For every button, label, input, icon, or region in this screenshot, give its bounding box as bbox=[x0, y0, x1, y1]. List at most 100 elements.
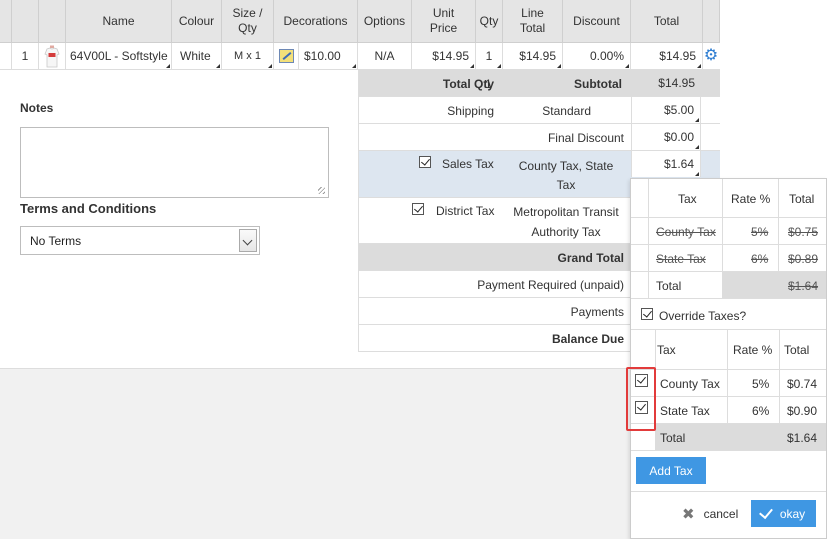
decoration-edit-icon[interactable] bbox=[279, 49, 294, 63]
header-actions bbox=[703, 0, 720, 43]
row-spacer bbox=[0, 43, 12, 70]
shipping-method[interactable]: Standard bbox=[542, 104, 591, 118]
override-county-tax[interactable]: County Tax bbox=[660, 377, 720, 391]
header-colour[interactable]: Colour bbox=[172, 0, 222, 43]
total-qty-row: Total Qty 1 Subtotal $14.95 bbox=[358, 70, 720, 97]
grand-total-label: Grand Total bbox=[557, 251, 624, 265]
total-qty-value: 1 bbox=[485, 77, 492, 91]
final-discount-row: Final Discount $0.00 bbox=[358, 124, 720, 151]
header-index bbox=[12, 0, 39, 43]
computed-header-tax: Tax bbox=[678, 192, 697, 206]
payment-required-label: Payment Required (unpaid) bbox=[477, 278, 624, 292]
options-value: N/A bbox=[358, 43, 412, 70]
computed-header-rate: Rate % bbox=[731, 192, 771, 206]
header-total[interactable]: Total bbox=[631, 0, 703, 43]
row-divider bbox=[631, 450, 826, 451]
check-icon bbox=[758, 504, 773, 519]
computed-header-total: Total bbox=[789, 192, 815, 206]
override-taxes-checkbox[interactable] bbox=[641, 308, 653, 320]
override-state-tax[interactable]: State Tax bbox=[660, 404, 710, 418]
unit-price-field[interactable]: $14.95 bbox=[412, 43, 476, 70]
computed-total-label: Total bbox=[656, 279, 682, 293]
override-county-rate[interactable]: 5% bbox=[752, 377, 769, 391]
computed-county-tax: County Tax bbox=[656, 225, 716, 239]
header-size-qty[interactable]: Size / Qty bbox=[222, 0, 274, 43]
final-discount-field[interactable]: $0.00 bbox=[631, 124, 701, 150]
close-icon: ✖ bbox=[682, 506, 695, 523]
computed-total-value: $1.64 bbox=[788, 279, 819, 293]
computed-state-rate: 6% bbox=[751, 252, 769, 266]
header-discount[interactable]: Discount bbox=[563, 0, 631, 43]
sales-tax-label: Sales Tax bbox=[442, 157, 494, 171]
subtotal-value: $14.95 bbox=[658, 76, 695, 90]
notes-label: Notes bbox=[20, 101, 54, 115]
cancel-label: cancel bbox=[703, 507, 739, 521]
override-state-total[interactable]: $0.90 bbox=[787, 404, 817, 418]
computed-county-rate: 5% bbox=[751, 225, 769, 239]
final-discount-label: Final Discount bbox=[547, 131, 624, 145]
override-county-total[interactable]: $0.74 bbox=[787, 377, 817, 391]
override-state-rate[interactable]: 6% bbox=[752, 404, 769, 418]
row-divider bbox=[631, 271, 826, 272]
sales-tax-value-field[interactable]: $1.64 bbox=[631, 151, 701, 177]
shipping-row: Shipping Standard $5.00 bbox=[358, 97, 720, 124]
chevron-down-icon[interactable] bbox=[239, 229, 257, 252]
qty-field[interactable]: 1 bbox=[476, 43, 503, 70]
header-image bbox=[39, 0, 66, 43]
row-index: 1 bbox=[12, 43, 39, 70]
sales-tax-desc: County Tax, State Tax bbox=[518, 159, 614, 192]
header-qty[interactable]: Qty bbox=[476, 0, 503, 43]
row-divider bbox=[631, 244, 826, 245]
district-tax-checkbox[interactable] bbox=[412, 203, 424, 215]
size-qty-field[interactable]: M x 1 bbox=[222, 43, 274, 70]
district-tax-desc: Metropolitan Transit Authority Tax bbox=[513, 205, 619, 239]
terms-selected-value: No Terms bbox=[30, 234, 82, 248]
header-decorations[interactable]: Decorations bbox=[274, 0, 358, 43]
override-taxes-label: Override Taxes? bbox=[659, 309, 747, 323]
row-divider bbox=[631, 298, 826, 299]
override-header-tax: Tax bbox=[657, 343, 676, 357]
gear-icon[interactable]: ⚙ bbox=[703, 48, 719, 64]
discount-field[interactable]: 0.00% bbox=[563, 43, 631, 70]
cancel-button[interactable]: ✖ cancel bbox=[676, 502, 744, 526]
computed-state-tax: State Tax bbox=[656, 252, 706, 266]
total-field[interactable]: $14.95 bbox=[631, 43, 703, 70]
terms-select[interactable]: No Terms bbox=[20, 226, 260, 255]
override-header-rate: Rate % bbox=[733, 343, 773, 357]
header-options[interactable]: Options bbox=[358, 0, 412, 43]
product-name-field[interactable]: 64V00L - Softstyle bbox=[66, 43, 172, 70]
district-tax-label: District Tax bbox=[436, 204, 495, 218]
computed-state-total: $0.89 bbox=[788, 252, 819, 266]
header-unit-price[interactable]: Unit Price bbox=[412, 0, 476, 43]
row-divider bbox=[631, 329, 826, 330]
header-line-total[interactable]: Line Total bbox=[503, 0, 563, 43]
colour-field[interactable]: White bbox=[172, 43, 222, 70]
shipping-label: Shipping bbox=[447, 104, 494, 118]
payments-label: Payments bbox=[570, 305, 624, 319]
override-header-total: Total bbox=[784, 343, 810, 357]
override-total-value: $1.64 bbox=[787, 431, 818, 445]
override-total-label: Total bbox=[660, 431, 686, 445]
line-total-field[interactable]: $14.95 bbox=[503, 43, 563, 70]
add-tax-button[interactable]: Add Tax bbox=[636, 457, 706, 484]
header-name[interactable]: Name bbox=[66, 0, 172, 43]
okay-label: okay bbox=[779, 506, 806, 521]
okay-button[interactable]: okay bbox=[751, 500, 816, 527]
col-divider bbox=[648, 179, 649, 298]
highlight-box bbox=[626, 367, 656, 431]
balance-due-label: Balance Due bbox=[551, 332, 624, 346]
row-divider bbox=[631, 369, 826, 370]
shipping-value-field[interactable]: $5.00 bbox=[631, 97, 701, 123]
sales-tax-checkbox[interactable] bbox=[419, 156, 431, 168]
tshirt-thumbnail[interactable] bbox=[41, 45, 63, 69]
terms-label: Terms and Conditions bbox=[20, 201, 157, 216]
row-divider bbox=[631, 396, 826, 397]
subtotal-label: Subtotal bbox=[574, 77, 622, 91]
order-page: Name Colour Size / Qty Decorations Optio… bbox=[0, 0, 827, 539]
decorations-price-field[interactable]: $10.00 bbox=[299, 43, 358, 70]
row-divider bbox=[631, 423, 826, 424]
row-divider bbox=[631, 217, 826, 218]
resize-grip-icon[interactable] bbox=[318, 187, 325, 194]
notes-textarea[interactable] bbox=[20, 127, 329, 198]
footer-divider bbox=[631, 491, 826, 492]
